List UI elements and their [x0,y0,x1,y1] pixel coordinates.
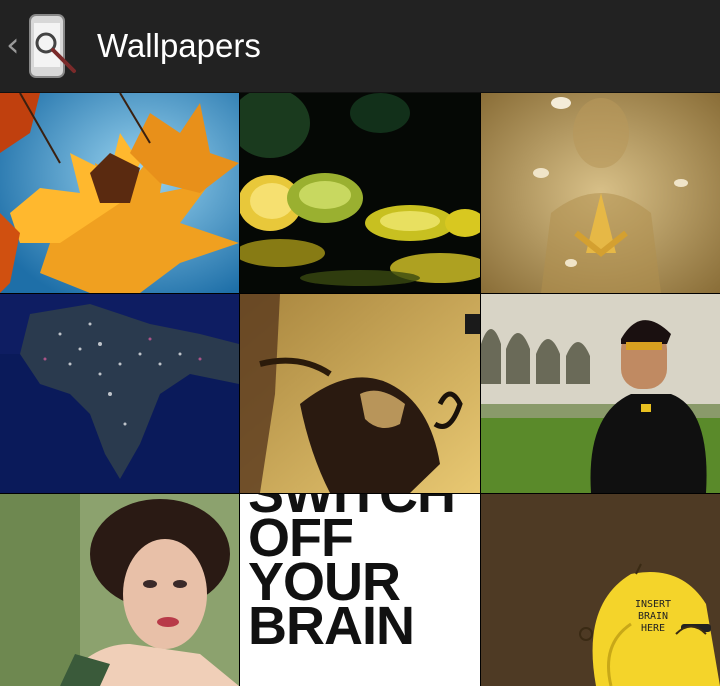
poster-text: SWITCH OFF YOUR BRAIN [248,494,456,656]
wallpaper-thumbnail-switch-off-your-brain[interactable]: SWITCH OFF YOUR BRAIN [240,494,480,686]
wallpaper-thumbnail-india-night-map[interactable] [0,294,239,493]
wallpaper-thumbnail-autumn-leaves[interactable] [0,93,239,293]
wallpaper-thumbnail-warrior-poster[interactable] [240,294,480,493]
phone-search-icon[interactable] [24,13,80,79]
wallpaper-grid: SWITCH OFF YOUR BRAIN INSERT BRAIN HERE [0,93,720,686]
wallpaper-thumbnail-man-with-arches[interactable] [481,294,720,493]
poster-text: INSERT BRAIN HERE [634,599,672,634]
page-title: Wallpapers [97,27,261,64]
action-bar: ‹ Wallpapers [0,0,720,93]
wallpaper-thumbnail-insert-brain-here[interactable]: INSERT BRAIN HERE [481,494,720,686]
wallpaper-thumbnail-vintage-portrait[interactable] [0,494,239,686]
chevron-left-icon[interactable]: ‹ [6,28,24,62]
wallpaper-thumbnail-glass-lily-pads[interactable] [240,93,480,293]
wallpaper-thumbnail-meditation-figure[interactable] [481,93,720,293]
